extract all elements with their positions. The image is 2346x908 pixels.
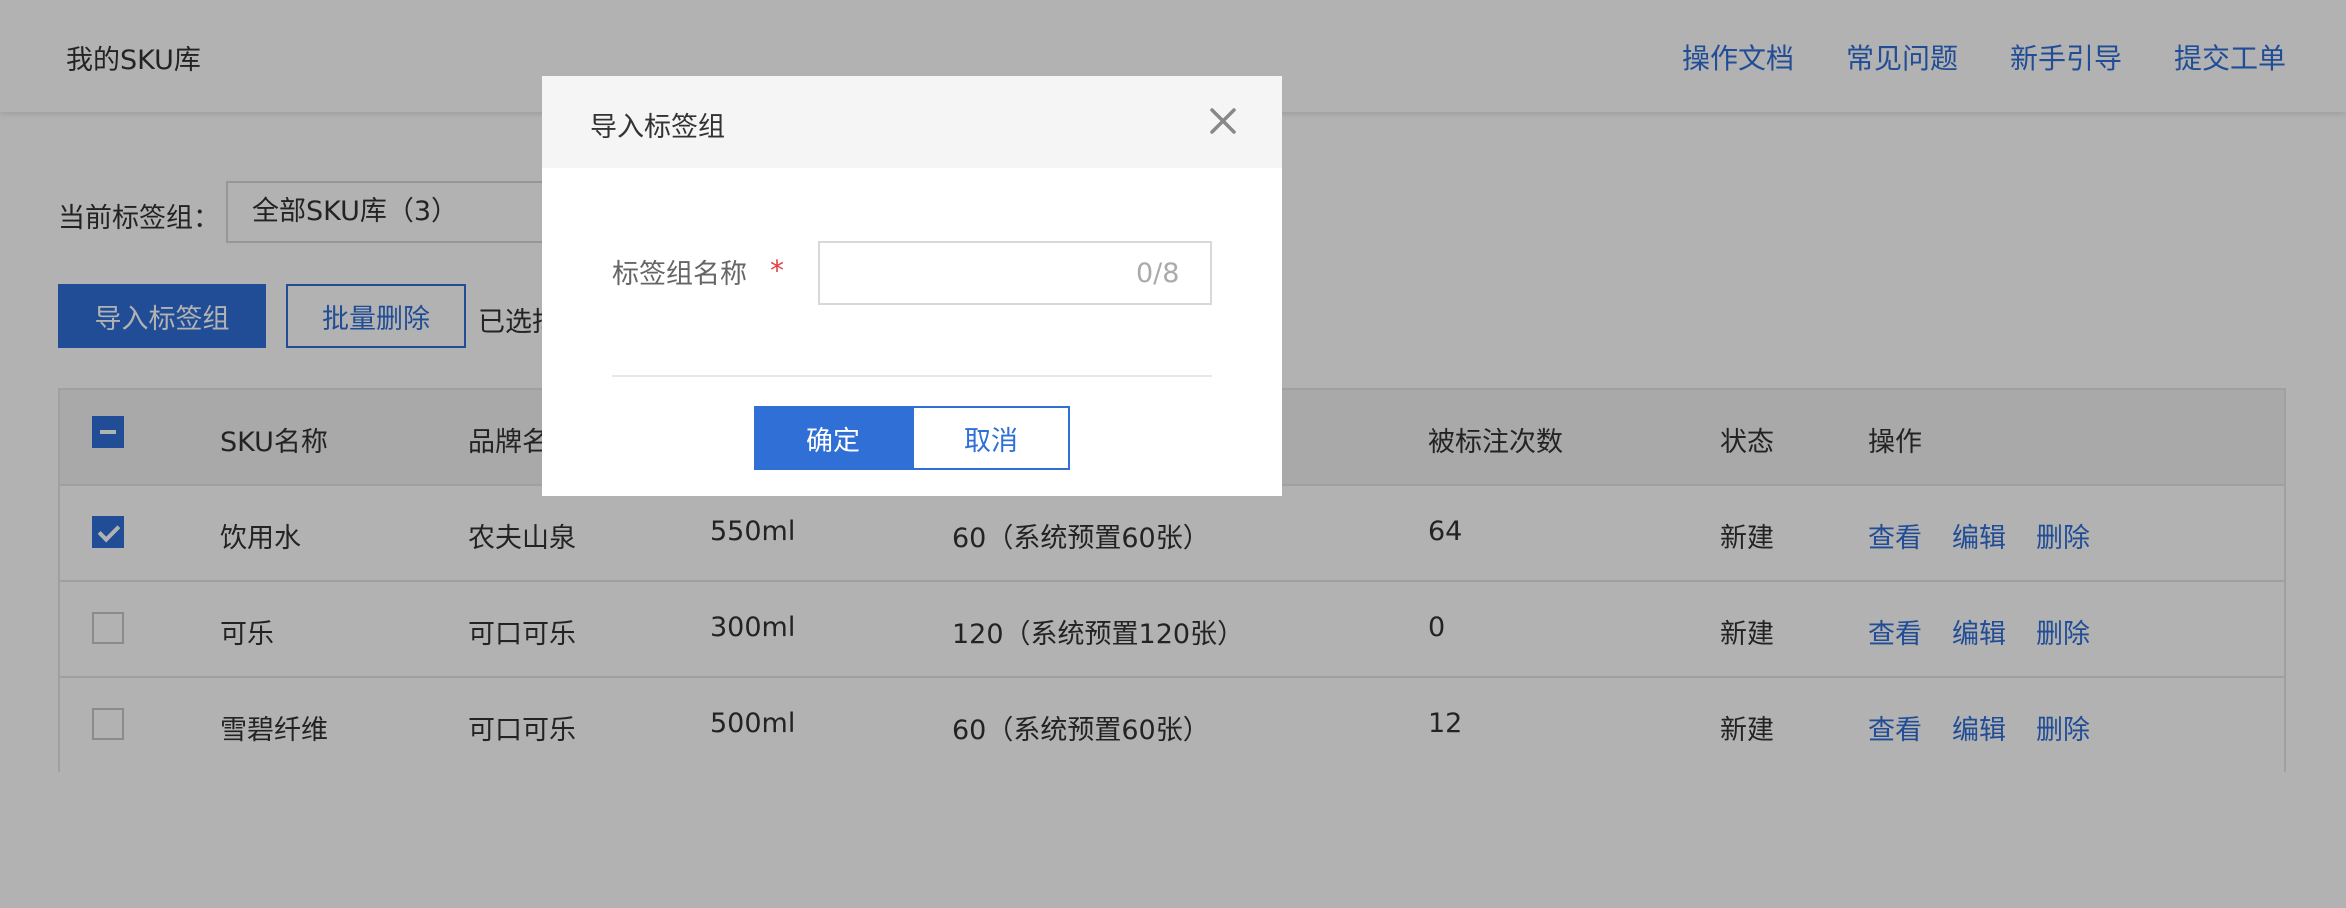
required-mark: * xyxy=(770,254,784,287)
close-icon[interactable] xyxy=(1208,106,1238,136)
confirm-button[interactable]: 确定 xyxy=(754,406,912,470)
dialog-divider xyxy=(612,375,1212,377)
dialog-header: 导入标签组 xyxy=(542,76,1282,168)
dialog-title: 导入标签组 xyxy=(590,112,725,143)
import-tag-group-dialog: 导入标签组 标签组名称 * 0/8 确定 取消 xyxy=(542,76,1282,496)
char-counter: 0/8 xyxy=(1136,258,1180,289)
tag-group-name-label: 标签组名称 xyxy=(612,259,747,290)
cancel-button[interactable]: 取消 xyxy=(912,406,1070,470)
